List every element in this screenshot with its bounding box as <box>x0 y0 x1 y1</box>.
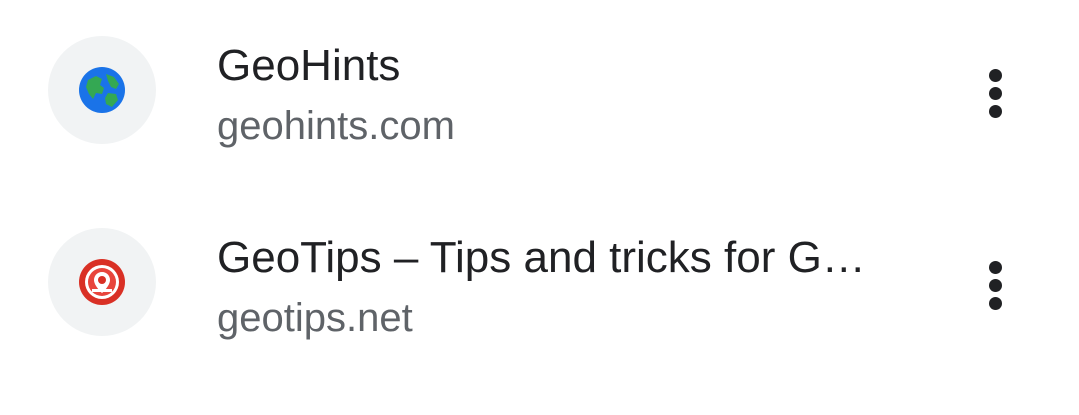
list-item[interactable]: GeoTips – Tips and tricks for G… geotips… <box>0 192 1079 384</box>
suggestion-title: GeoTips – Tips and tricks for G… <box>217 233 866 282</box>
more-options-button[interactable] <box>966 60 1026 120</box>
suggestion-title: GeoHints <box>217 41 401 90</box>
more-options-button[interactable] <box>966 252 1026 312</box>
more-vert-icon <box>989 261 1002 274</box>
suggestion-url: geotips.net <box>217 296 413 340</box>
geotips-logo-icon <box>79 259 125 305</box>
list-item[interactable]: GeoHints geohints.com <box>0 0 1079 192</box>
favicon <box>48 228 156 336</box>
suggestion-list: GeoHints geohints.com GeoTips – Tips and… <box>0 0 1079 415</box>
suggestion-url: geohints.com <box>217 104 455 148</box>
globe-icon <box>79 67 125 113</box>
favicon <box>48 36 156 144</box>
more-vert-icon <box>989 69 1002 82</box>
